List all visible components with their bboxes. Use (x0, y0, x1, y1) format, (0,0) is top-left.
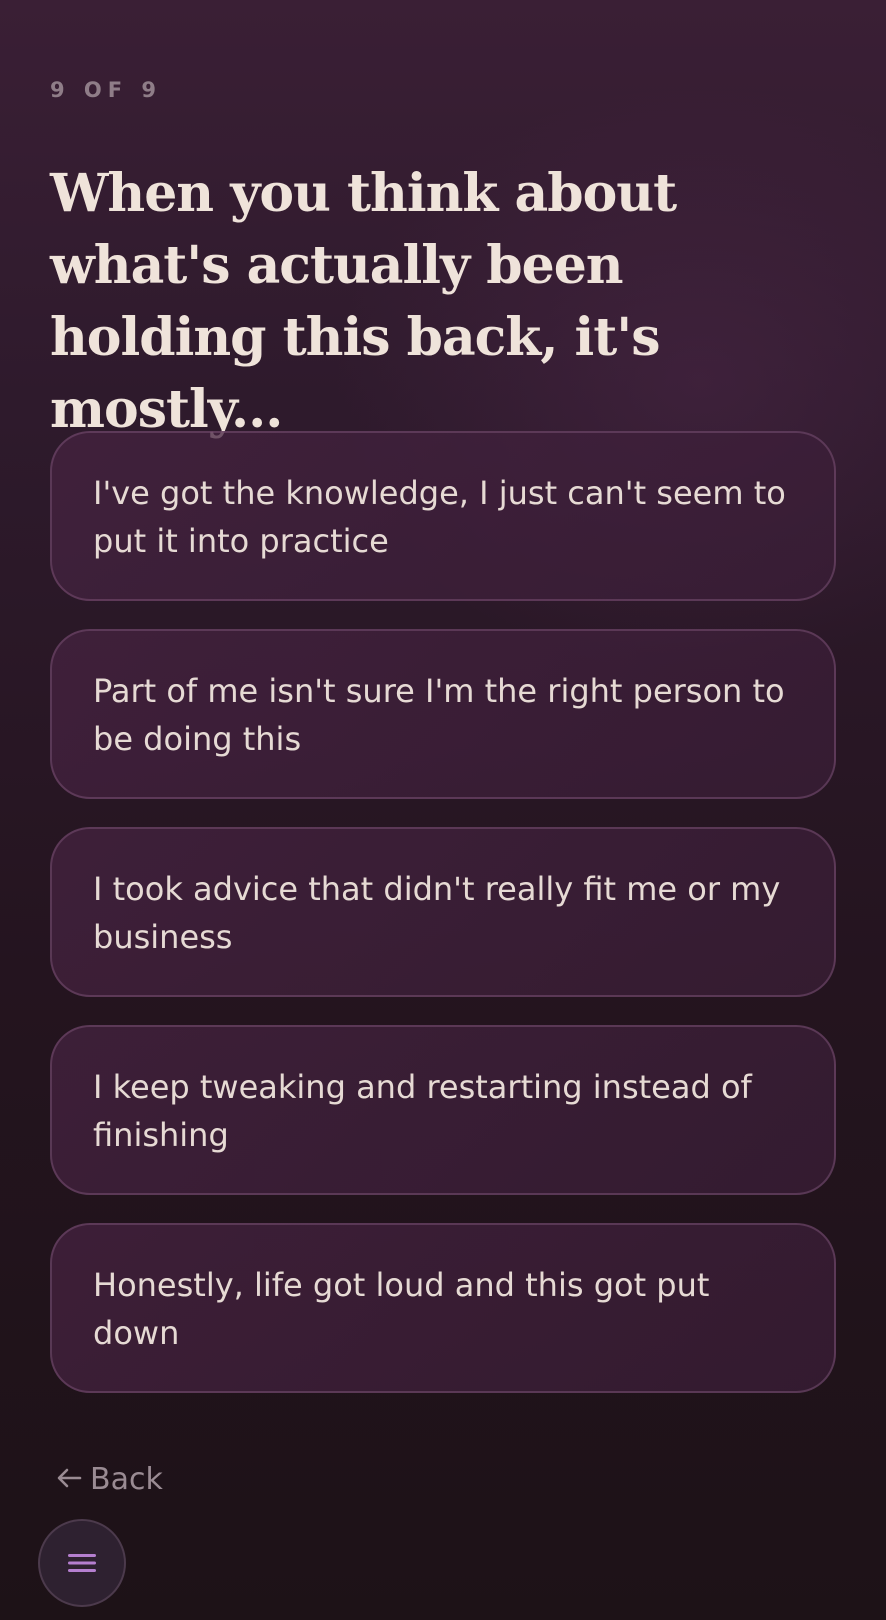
back-button[interactable]: Back (56, 1462, 163, 1497)
answer-option-life-got-loud[interactable]: Honestly, life got loud and this got put… (50, 1223, 836, 1393)
answer-option-self-doubt[interactable]: Part of me isn't sure I'm the right pers… (50, 629, 836, 799)
arrow-left-icon (56, 1466, 82, 1494)
menu-button[interactable] (38, 1519, 126, 1607)
answer-options-list: I've got the knowledge, I just can't see… (50, 431, 836, 1421)
step-indicator: 9 OF 9 (50, 78, 163, 102)
back-button-label: Back (90, 1462, 163, 1497)
hamburger-menu-icon (67, 1552, 97, 1574)
answer-option-tweaking[interactable]: I keep tweaking and restarting instead o… (50, 1025, 836, 1195)
answer-option-knowledge[interactable]: I've got the knowledge, I just can't see… (50, 431, 836, 601)
answer-option-wrong-advice[interactable]: I took advice that didn't really fit me … (50, 827, 836, 997)
question-heading: When you think about what's actually bee… (50, 163, 677, 440)
